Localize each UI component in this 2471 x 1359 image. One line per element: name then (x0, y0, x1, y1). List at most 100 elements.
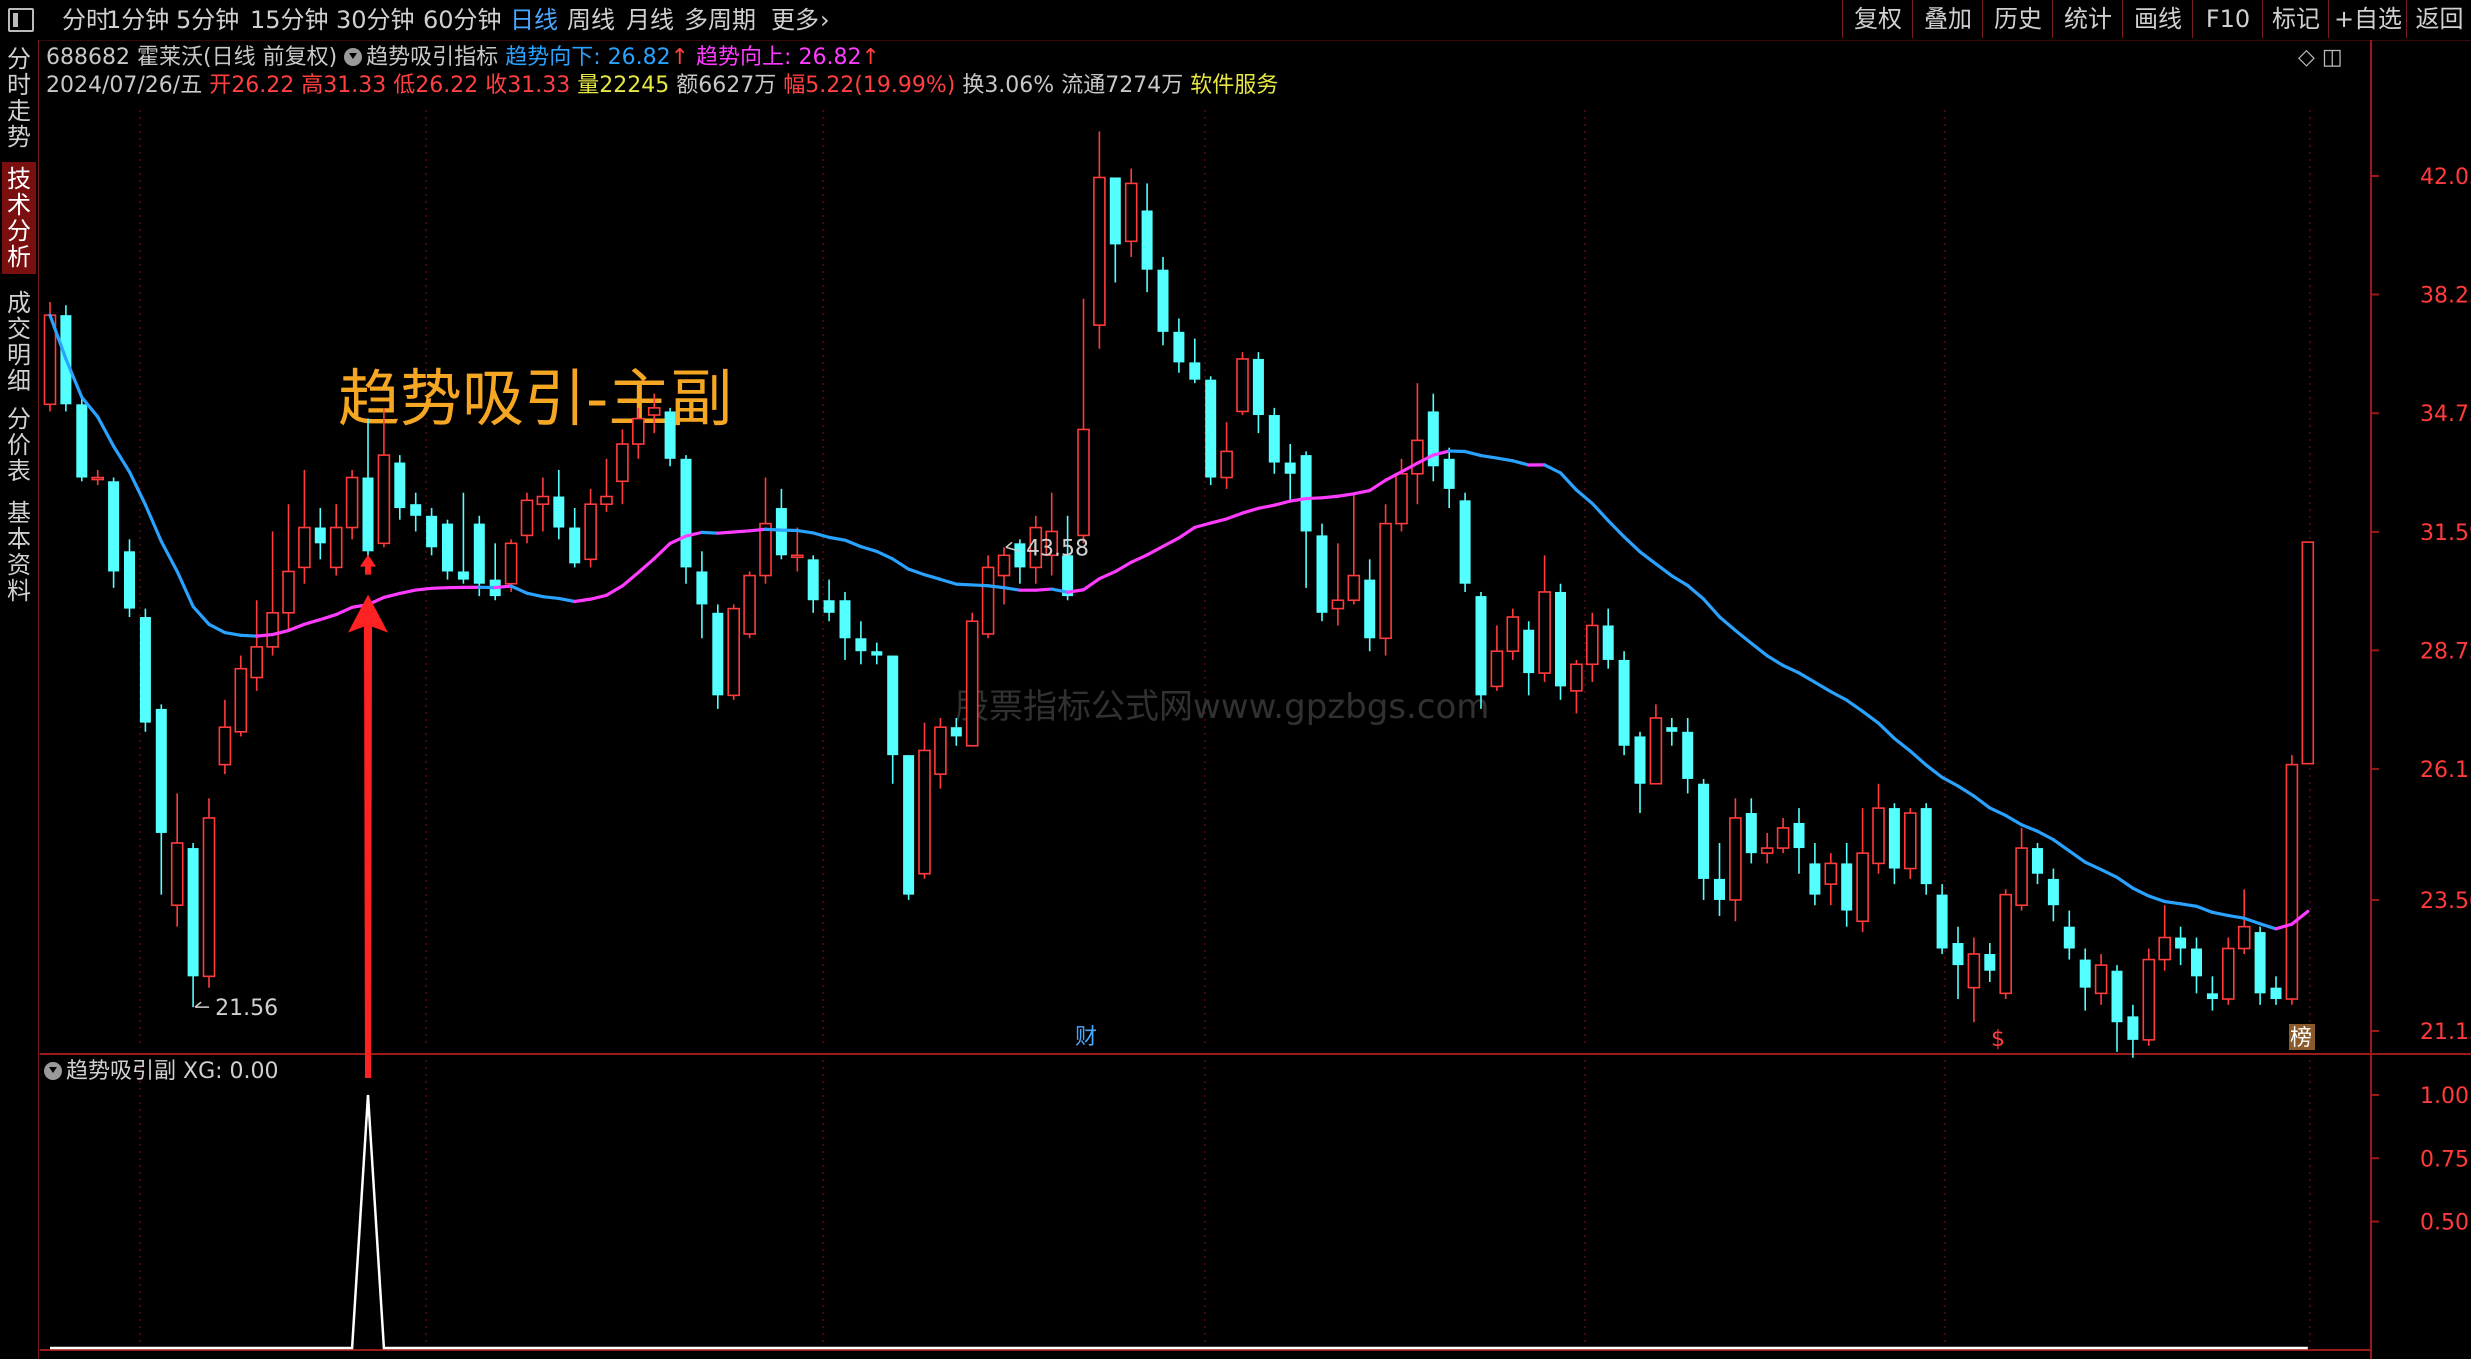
candle-body (1506, 616, 1520, 653)
candle-body (1698, 783, 1710, 879)
trend-line-segment (922, 573, 943, 581)
candle-body (1888, 808, 1900, 869)
candle-body (1872, 807, 1885, 865)
candle-body (2222, 947, 2235, 1000)
trend-line-segment (1256, 503, 1276, 510)
trend-line-segment (891, 557, 911, 571)
candle-body (504, 542, 518, 585)
candle-body (855, 638, 867, 652)
candle-body (569, 527, 581, 564)
sub-y-tick-label: 0.50 (2420, 1211, 2469, 1236)
candle-body (91, 476, 104, 481)
candle-body (520, 499, 534, 537)
trend-line-segment (2035, 829, 2055, 842)
candle-body (1999, 893, 2012, 995)
candle-body (442, 523, 453, 572)
trend-line-segment (1272, 499, 1292, 507)
candle-body (1984, 954, 1996, 971)
candle-body (1936, 894, 1948, 949)
trend-line-segment (1129, 553, 1149, 564)
trend-line-segment (747, 527, 768, 533)
trend-line-segment (1797, 671, 1817, 684)
trend-line-segment (1113, 560, 1133, 574)
candle-body (1347, 574, 1361, 602)
sub-panel-value: XG: 0.00 (183, 1059, 279, 1084)
extreme-pointer (194, 1001, 210, 1008)
trend-line-segment (1908, 749, 1928, 767)
candle-body (2079, 959, 2091, 988)
candle-body (1077, 428, 1090, 537)
trend-line-segment (1193, 521, 1213, 529)
trend-line-segment (588, 593, 609, 601)
y-tick-label: 42.05 (2420, 165, 2471, 190)
trend-line-segment (159, 539, 179, 574)
trend-line-segment (1686, 583, 1706, 601)
trend-line-segment (1876, 721, 1897, 741)
trend-line-segment (223, 630, 243, 637)
candle-body (997, 554, 1011, 577)
candle-body (1300, 455, 1312, 532)
candlestick-chart[interactable]: 股票指标公式网www.gpzbgs.com 趋势吸引-主副 43.5821.56… (0, 0, 2471, 1359)
trend-line-segment (1336, 492, 1356, 498)
trend-line-segment (2163, 899, 2183, 906)
sub-panel-title: 趋势吸引副 (66, 1059, 177, 1084)
candle-body (1745, 813, 1757, 854)
trend-line-segment (620, 570, 640, 588)
trend-line-segment (1495, 456, 1515, 463)
candle-body (1634, 736, 1646, 784)
candle-body (2015, 847, 2028, 907)
stock-app: 分时 1分钟 5分钟 15分钟 30分钟 60分钟 日线 周线 月线 多周期 更… (0, 0, 2471, 1359)
trend-line-segment (525, 591, 545, 599)
candle-body (250, 646, 263, 679)
watermark: 股票指标公式网www.gpzbgs.com (955, 687, 1489, 727)
candle-body (790, 554, 804, 559)
trend-line-segment (1956, 784, 1976, 798)
candle-body (759, 522, 772, 577)
trend-line-segment (286, 622, 306, 633)
trend-line-segment (732, 529, 752, 534)
candle-body (377, 454, 391, 545)
trend-line-segment (1463, 449, 1483, 458)
candle-body (218, 726, 232, 766)
trend-line-segment (1781, 663, 1801, 675)
sub-indicator-menu-icon[interactable] (44, 1062, 62, 1080)
candle-body (1252, 358, 1264, 416)
trend-line-segment (175, 569, 195, 609)
trend-line-segment (1845, 698, 1865, 713)
candle-body (282, 570, 295, 614)
trend-line-segment (541, 595, 561, 601)
candle-body (170, 842, 184, 907)
trend-line-segment (2194, 904, 2214, 914)
candle-body (1555, 591, 1566, 687)
candle-body (584, 503, 597, 561)
y-tick-label: 28.72 (2420, 639, 2471, 664)
candle-body (903, 755, 915, 895)
candle-body (1014, 543, 1026, 568)
candle-body (362, 477, 374, 552)
candle-body (426, 515, 438, 548)
trend-line-segment (2179, 902, 2199, 908)
candle-body (887, 655, 899, 756)
trend-line-segment (2083, 860, 2103, 872)
candle-body (457, 571, 469, 580)
candle-body (2175, 937, 2187, 949)
trend-line-segment (191, 604, 211, 626)
trend-line-segment (1829, 690, 1849, 702)
y-tick-label: 38.23 (2420, 283, 2471, 308)
candle-body (266, 612, 279, 648)
candle-body (1570, 663, 1583, 692)
candle-body (2206, 993, 2218, 1000)
trend-line-segment (1177, 525, 1197, 540)
sub-panel-header: 趋势吸引副 XG: 0.00 (44, 1058, 279, 1086)
y-tick-label: 31.59 (2420, 521, 2471, 546)
candle-body (2158, 936, 2171, 961)
trend-line-segment (843, 538, 863, 549)
candle-body (234, 667, 248, 733)
candle-body (1793, 822, 1805, 849)
y-tick-label: 34.75 (2420, 402, 2471, 427)
candle-body (727, 607, 741, 697)
candle-body (1538, 591, 1551, 674)
candle-body (1157, 269, 1169, 332)
trend-line-segment (1860, 709, 1881, 725)
trend-line-segment (1002, 586, 1022, 592)
